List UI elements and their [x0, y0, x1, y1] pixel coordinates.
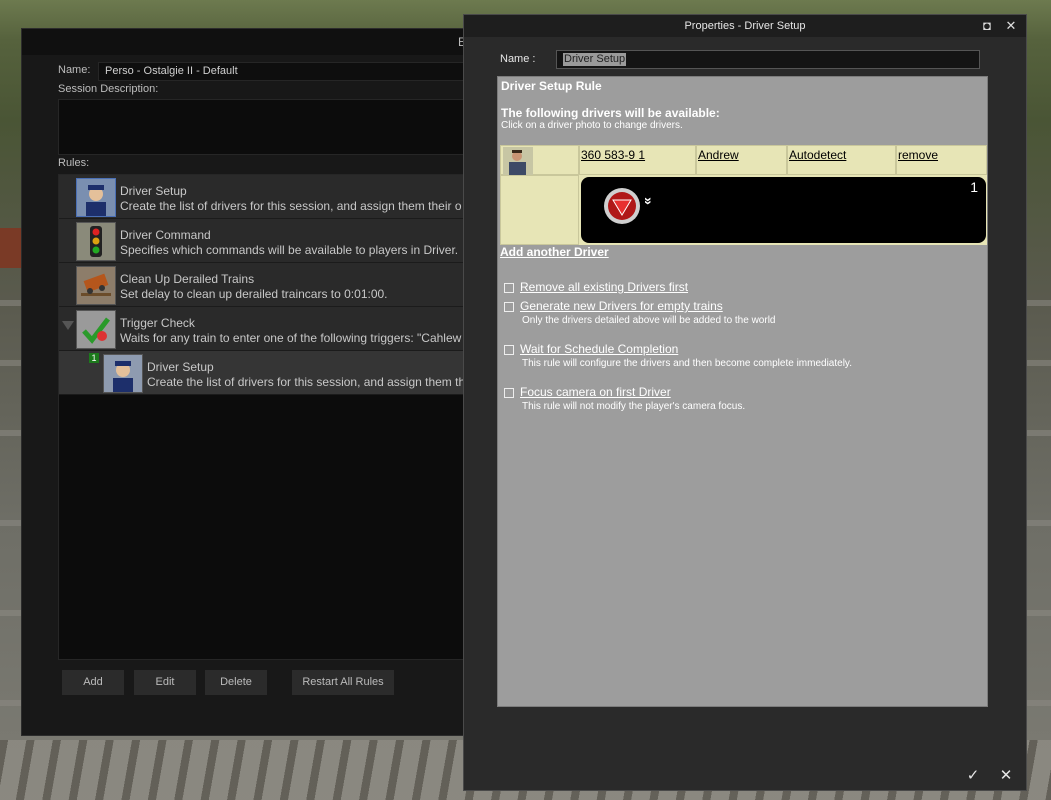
rule-description: Set delay to clean up derailed traincars…	[120, 287, 388, 301]
delete-rule-button[interactable]: Delete	[205, 670, 267, 695]
edit-session-window: Ec Name: Perso - Ostalgie II - Default S…	[21, 28, 503, 736]
session-description-input[interactable]	[58, 99, 480, 155]
rule-title: Driver Setup	[147, 360, 214, 374]
rule-description: Specifies which commands will be availab…	[120, 243, 459, 257]
derailed-train-icon	[76, 266, 116, 305]
session-name-input[interactable]: Perso - Ostalgie II - Default	[98, 62, 466, 81]
driver-name-link[interactable]: Andrew	[698, 148, 739, 162]
rule-name-value: Driver Setup	[563, 53, 627, 66]
rules-label: Rules:	[58, 157, 90, 169]
driver-mode-link[interactable]: Autodetect	[789, 148, 846, 162]
cancel-close-icon[interactable]: ✕	[995, 765, 1017, 787]
driver-icon	[103, 354, 143, 393]
rule-name-input[interactable]: Driver Setup	[556, 50, 980, 69]
add-rule-button[interactable]: Add	[62, 670, 124, 695]
remove-drivers-label[interactable]: Remove all existing Drivers first	[520, 280, 688, 294]
ok-check-icon[interactable]: ✓	[962, 765, 984, 787]
properties-window: Properties - Driver Setup ◘ ✕ Name : Dri…	[463, 14, 1027, 791]
driver-card-number: 1	[970, 179, 978, 195]
rule-title: Clean Up Derailed Trains	[120, 272, 255, 286]
focus-camera-hint: This rule will not modify the player's c…	[522, 401, 746, 412]
driver-icon	[76, 178, 116, 217]
drivers-heading: The following drivers will be available:	[501, 106, 720, 120]
rule-row-driver-command[interactable]: Driver Command Specifies which commands …	[59, 219, 479, 263]
driver-avatar-icon	[503, 147, 533, 175]
wait-schedule-hint: This rule will configure the drivers and…	[522, 358, 852, 369]
generate-drivers-hint: Only the drivers detailed above will be …	[522, 315, 776, 326]
edit-window-title: Ec	[22, 29, 502, 55]
close-icon[interactable]: ✕	[1003, 18, 1019, 34]
drivers-hint: Click on a driver photo to change driver…	[501, 120, 683, 131]
name-label: Name:	[58, 64, 91, 76]
driver-train-link[interactable]: 360 583-9 1	[581, 148, 645, 162]
expand-chevron-glyph: »	[640, 197, 657, 205]
driver-setup-panel: Driver Setup Rule The following drivers …	[497, 76, 988, 707]
driver-remove-cell: remove	[896, 145, 987, 175]
rule-description: Waits for any train to enter one of the …	[120, 331, 462, 345]
rule-name-label: Name :	[500, 53, 536, 65]
wait-schedule-label[interactable]: Wait for Schedule Completion	[520, 342, 678, 356]
driver-table: 360 583-9 1 Andrew Autodetect remove 1 »	[500, 145, 987, 245]
rule-title: Driver Setup	[120, 184, 187, 198]
edit-rule-button[interactable]: Edit	[134, 670, 196, 695]
rule-description: Create the list of drivers for this sess…	[120, 199, 462, 213]
driver-mode-cell: Autodetect	[787, 145, 896, 175]
rule-title: Driver Command	[120, 228, 211, 242]
driver-photo[interactable]	[500, 145, 579, 175]
driver-remove-link[interactable]: remove	[898, 148, 938, 162]
trigger-check-icon	[76, 310, 116, 349]
driver-detail-spacer	[500, 175, 579, 245]
driver-command-icon[interactable]	[603, 187, 641, 228]
rule-description: Create the list of drivers for this sess…	[147, 375, 466, 389]
add-another-driver-link[interactable]: Add another Driver	[500, 245, 609, 259]
expand-chevron-icon[interactable]: »	[640, 197, 657, 205]
driver-name-cell: Andrew	[696, 145, 787, 175]
background-building	[0, 228, 22, 268]
maximize-icon[interactable]: ◘	[979, 18, 995, 34]
rule-row-driver-setup[interactable]: Driver Setup Create the list of drivers …	[59, 175, 479, 219]
rules-list: Driver Setup Create the list of drivers …	[58, 174, 480, 660]
rule-row-clean-up-derailed[interactable]: Clean Up Derailed Trains Set delay to cl…	[59, 263, 479, 307]
driver-command-card: 1 »	[581, 177, 986, 243]
rule-row-child-driver-setup[interactable]: 1 Driver Setup Create the list of driver…	[59, 351, 479, 395]
focus-camera-checkbox[interactable]	[504, 388, 514, 398]
panel-title: Driver Setup Rule	[501, 79, 602, 93]
generate-drivers-label[interactable]: Generate new Drivers for empty trains	[520, 299, 723, 313]
wait-schedule-checkbox[interactable]	[504, 345, 514, 355]
properties-window-title: Properties - Driver Setup	[464, 15, 1026, 37]
restart-all-rules-button[interactable]: Restart All Rules	[292, 670, 394, 695]
driver-train-cell: 360 583-9 1	[579, 145, 696, 175]
remove-drivers-checkbox[interactable]	[504, 283, 514, 293]
rule-row-trigger-check[interactable]: Trigger Check Waits for any train to ent…	[59, 307, 479, 351]
generate-drivers-checkbox[interactable]	[504, 302, 514, 312]
session-description-label: Session Description:	[58, 83, 159, 95]
rule-title: Trigger Check	[120, 316, 195, 330]
collapse-arrow-icon[interactable]	[62, 321, 74, 330]
focus-camera-label[interactable]: Focus camera on first Driver	[520, 385, 671, 399]
traffic-light-icon	[76, 222, 116, 261]
rule-order-badge: 1	[89, 353, 99, 363]
